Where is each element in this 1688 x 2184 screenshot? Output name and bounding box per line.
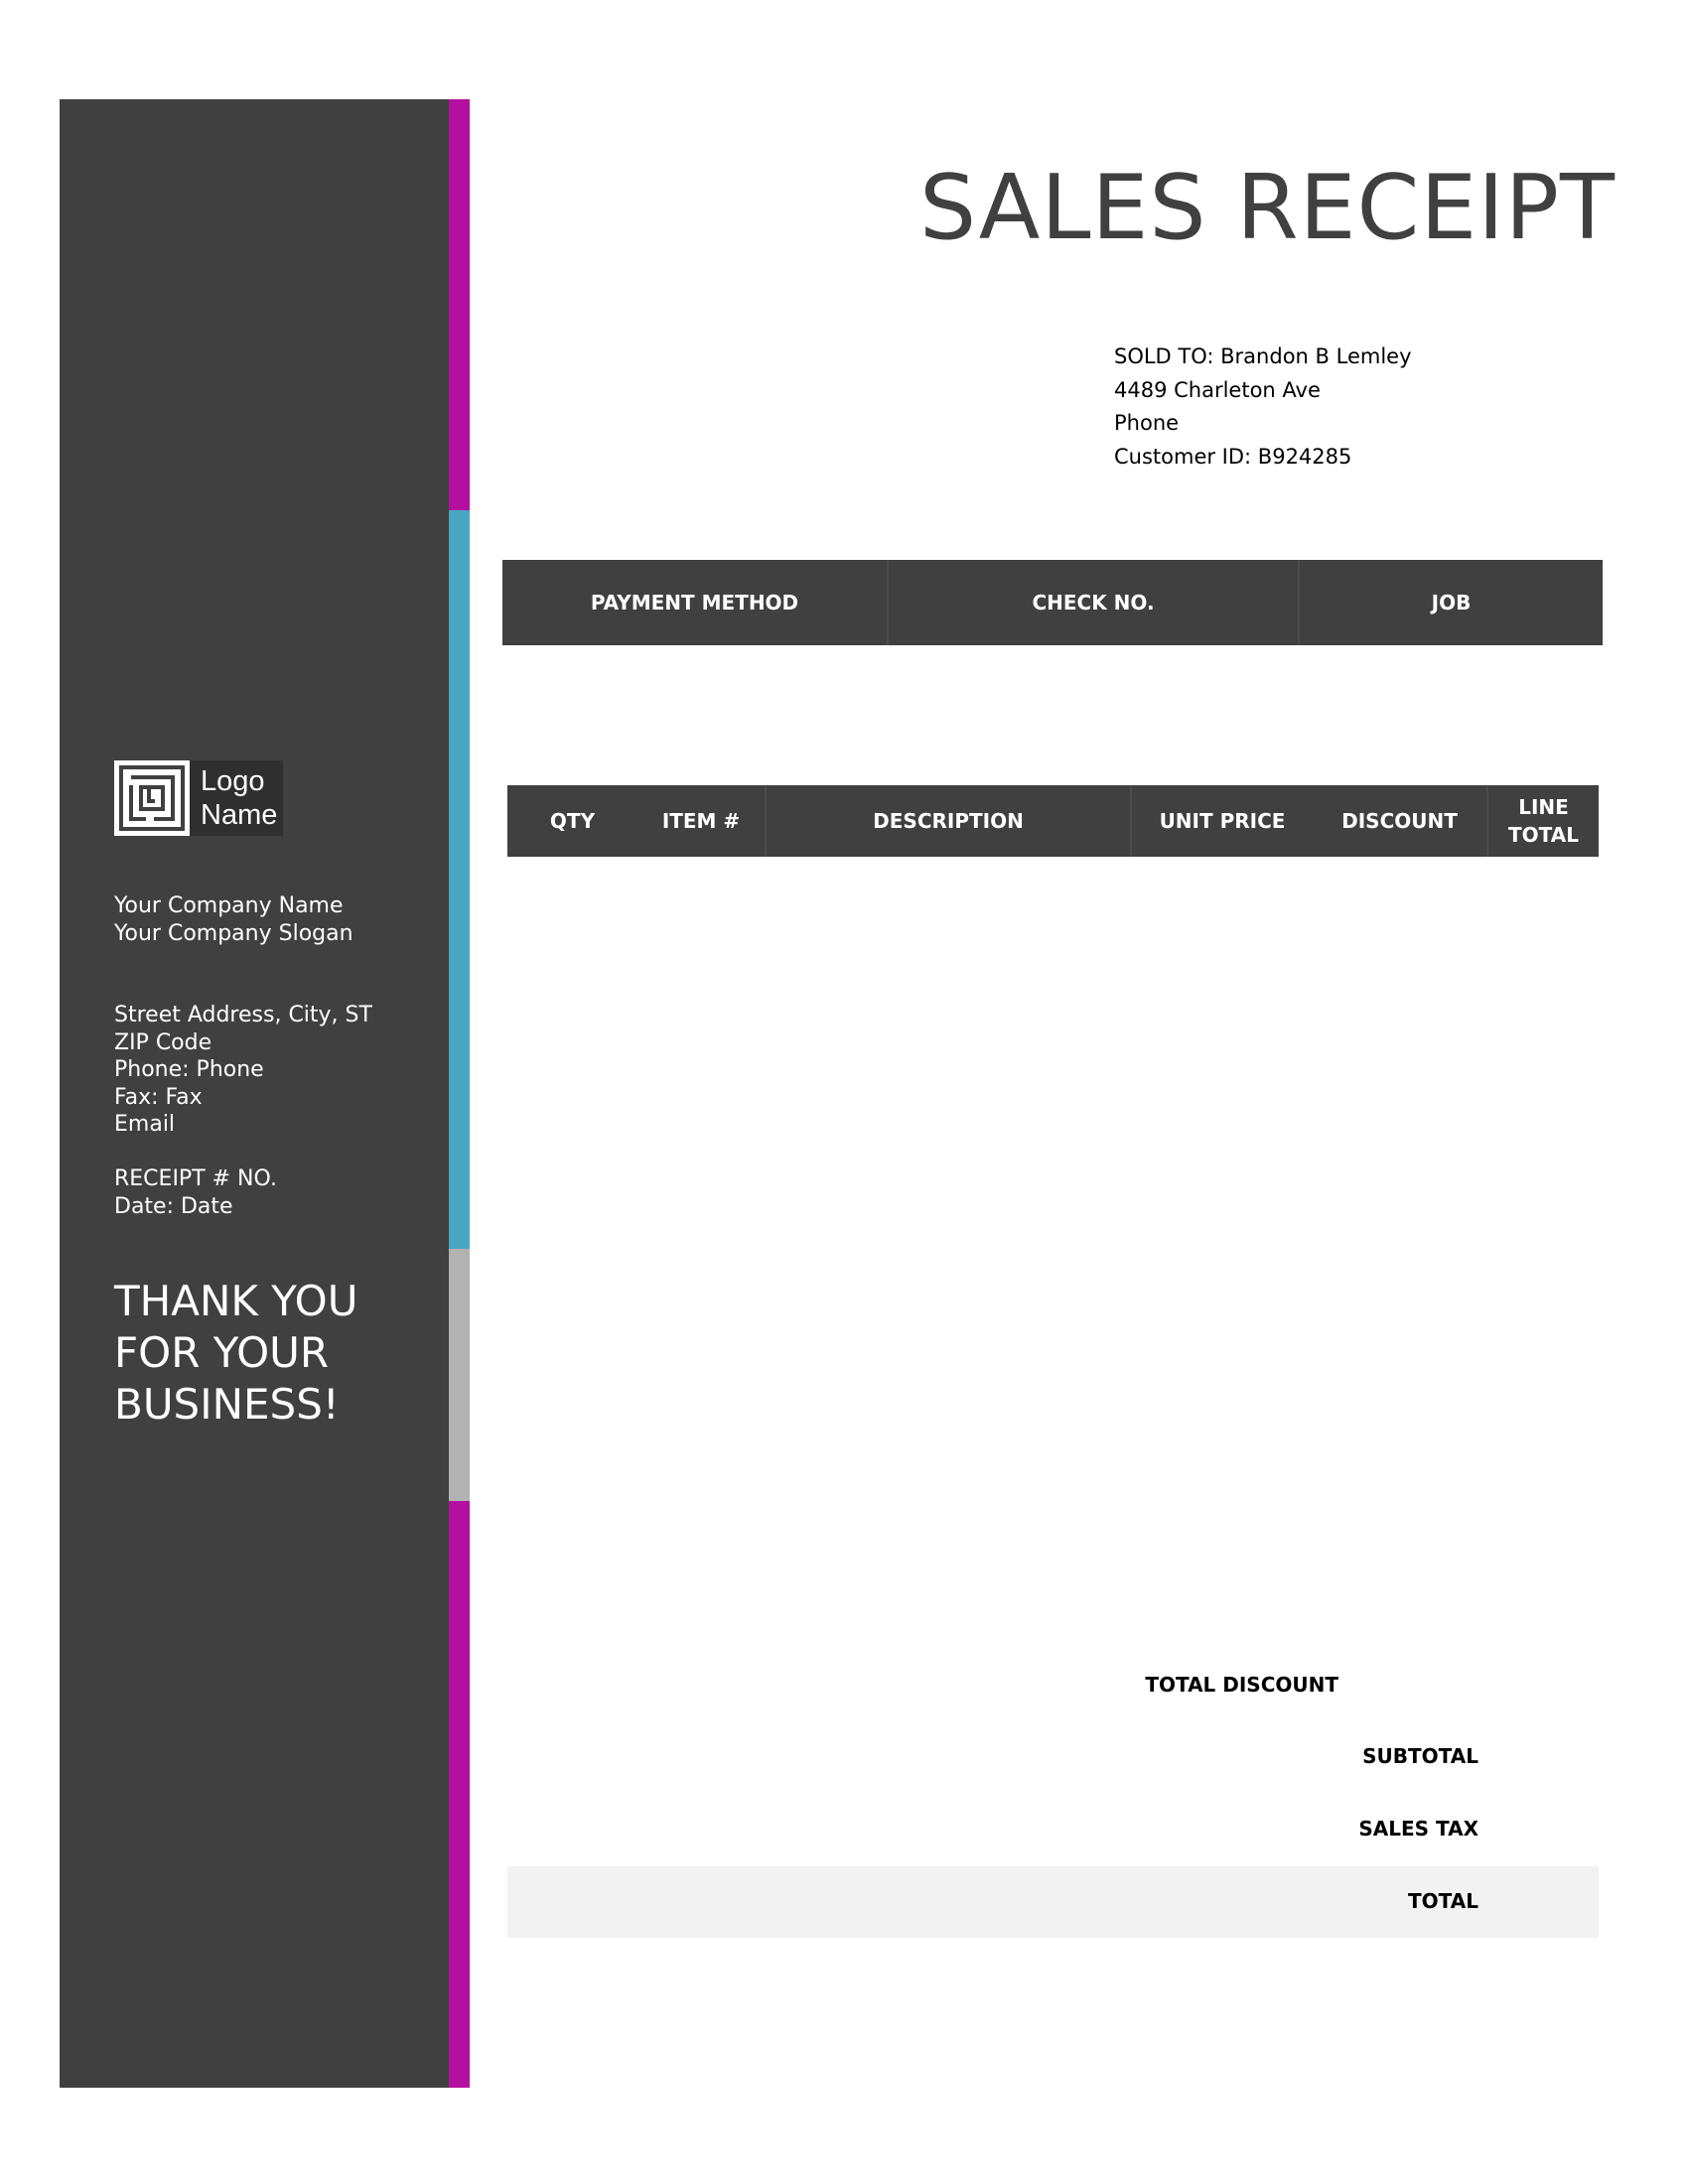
company-address: Street Address, City, ST ZIP Code Phone:… (114, 1002, 372, 1139)
company-info: Your Company Name Your Company Slogan (114, 892, 353, 947)
logo-text-line-1: Logo (201, 765, 265, 797)
accent-bar (449, 99, 470, 2088)
header-discount: DISCOUNT (1341, 809, 1458, 833)
company-email: Email (114, 1112, 176, 1137)
header-unit-price: UNIT PRICE (1130, 785, 1313, 857)
zip-code: ZIP Code (114, 1029, 212, 1055)
accent-segment-blue (449, 510, 470, 1249)
sold-to-block: SOLD TO: Brandon B Lemley 4489 Charleton… (1114, 341, 1412, 474)
accent-segment-magenta-bottom (449, 1501, 470, 2088)
payment-table-header: PAYMENT METHOD CHECK NO. JOB (502, 560, 1603, 645)
sold-to-address: 4489 Charleton Ave (1114, 377, 1321, 402)
receipt-info: RECEIPT # NO. Date: Date (114, 1165, 277, 1220)
maze-logo-icon (114, 760, 190, 836)
company-slogan: Your Company Slogan (114, 920, 353, 946)
header-description: DESCRIPTION (765, 785, 1130, 857)
total-discount-label: TOTAL DISCOUNT (1145, 1673, 1338, 1697)
logo-name-text: Logo Name (201, 764, 277, 832)
sales-tax-label: SALES TAX (1358, 1817, 1478, 1841)
total-label: TOTAL (1408, 1889, 1478, 1913)
company-fax: Fax: Fax (114, 1084, 203, 1110)
accent-segment-magenta-top (449, 99, 470, 510)
sold-to-customer-id: Customer ID: B924285 (1114, 444, 1352, 469)
header-line-total-line-2: TOTAL (1508, 823, 1579, 847)
company-name: Your Company Name (114, 893, 344, 918)
header-line-total: LINE TOTAL (1486, 785, 1599, 857)
logo-text-line-2: Name (201, 799, 278, 831)
sold-to-name: SOLD TO: Brandon B Lemley (1114, 344, 1412, 368)
header-qty: QTY (549, 809, 596, 833)
street-address: Street Address, City, ST (114, 1003, 372, 1027)
header-job: JOB (1298, 560, 1603, 645)
header-payment-method: PAYMENT METHOD (590, 591, 799, 614)
company-logo: Logo Name (114, 760, 283, 836)
thank-you-line-2: FOR YOUR (114, 1328, 330, 1377)
thank-you-message: THANK YOU FOR YOUR BUSINESS! (114, 1276, 357, 1431)
thank-you-line-3: BUSINESS! (114, 1380, 340, 1429)
subtotal-label: SUBTOTAL (1362, 1744, 1478, 1768)
header-item-number: ITEM # (661, 809, 741, 833)
page-title: SALES RECEIPT (918, 156, 1616, 260)
items-table-header: QTY ITEM # DESCRIPTION UNIT PRICE DISCOU… (507, 785, 1599, 857)
receipt-date: Date: Date (114, 1193, 233, 1219)
header-check-no: CHECK NO. (887, 560, 1298, 645)
accent-segment-gray (449, 1249, 470, 1501)
thank-you-line-1: THANK YOU (114, 1277, 358, 1325)
header-line-total-line-1: LINE (1518, 795, 1569, 819)
sold-to-phone: Phone (1114, 411, 1180, 435)
receipt-number: RECEIPT # NO. (114, 1166, 277, 1191)
company-phone: Phone: Phone (114, 1057, 264, 1082)
